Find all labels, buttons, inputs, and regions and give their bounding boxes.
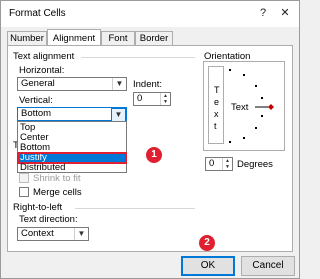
spinner-arrows-icon[interactable]: ▲ ▼: [222, 158, 232, 170]
horizontal-value: General: [21, 78, 55, 89]
callout-step-1: 1: [146, 147, 162, 163]
callout-step-2: 2: [199, 235, 215, 251]
window-title: Format Cells: [9, 8, 66, 19]
horizontal-select[interactable]: General ▼: [17, 77, 127, 91]
format-cells-dialog: Format Cells ? ✕ Number Alignment Font B…: [0, 0, 300, 279]
degrees-label: Degrees: [237, 159, 273, 170]
tab-font[interactable]: Font: [101, 31, 135, 45]
merge-checkbox[interactable]: [19, 187, 29, 197]
vertical-label: Vertical:: [19, 95, 53, 106]
vertical-value: Bottom: [21, 108, 52, 119]
spinner-arrows-icon[interactable]: ▲ ▼: [160, 93, 170, 105]
chevron-down-icon[interactable]: ▼: [74, 228, 88, 240]
right-to-left-title: Right-to-left: [13, 202, 63, 213]
chevron-down-icon[interactable]: ▼: [111, 108, 126, 122]
dial-label: Text: [231, 102, 249, 113]
close-icon[interactable]: ✕: [277, 5, 293, 21]
tab-alignment[interactable]: Alignment: [47, 29, 101, 45]
text-direction-label: Text direction:: [19, 214, 78, 225]
horizontal-label: Horizontal:: [19, 65, 65, 76]
chevron-down-icon[interactable]: ▼: [112, 78, 126, 90]
ok-button[interactable]: OK: [181, 256, 235, 276]
group-divider: [81, 57, 195, 58]
help-icon[interactable]: ?: [255, 5, 271, 21]
text-direction-value: Context: [21, 228, 54, 239]
dial-handle-icon: [268, 104, 274, 110]
text-alignment-title: Text alignment: [13, 51, 75, 62]
indent-value: 0: [137, 93, 143, 104]
tab-border[interactable]: Border: [135, 31, 173, 45]
vertical-options-list[interactable]: Top Center Bottom Justify Distributed: [17, 121, 127, 173]
indent-spinner[interactable]: 0 ▲ ▼: [133, 92, 171, 106]
degrees-value: 0: [209, 158, 215, 169]
shrink-checkbox[interactable]: [19, 173, 29, 183]
tab-number[interactable]: Number: [7, 31, 47, 45]
indent-label: Indent:: [133, 79, 163, 90]
merge-label: Merge cells: [33, 187, 82, 198]
title-bar: Format Cells ? ✕: [1, 1, 299, 27]
group-divider: [75, 208, 195, 209]
option-distributed[interactable]: Distributed: [18, 163, 126, 173]
orientation-box: T e x t Text: [203, 61, 285, 151]
shrink-label: Shrink to fit: [33, 173, 81, 184]
vertical-select[interactable]: Bottom ▼: [17, 107, 127, 122]
cancel-button[interactable]: Cancel: [241, 256, 295, 276]
text-direction-select[interactable]: Context ▼: [17, 227, 89, 241]
degrees-spinner[interactable]: 0 ▲ ▼: [205, 157, 233, 171]
